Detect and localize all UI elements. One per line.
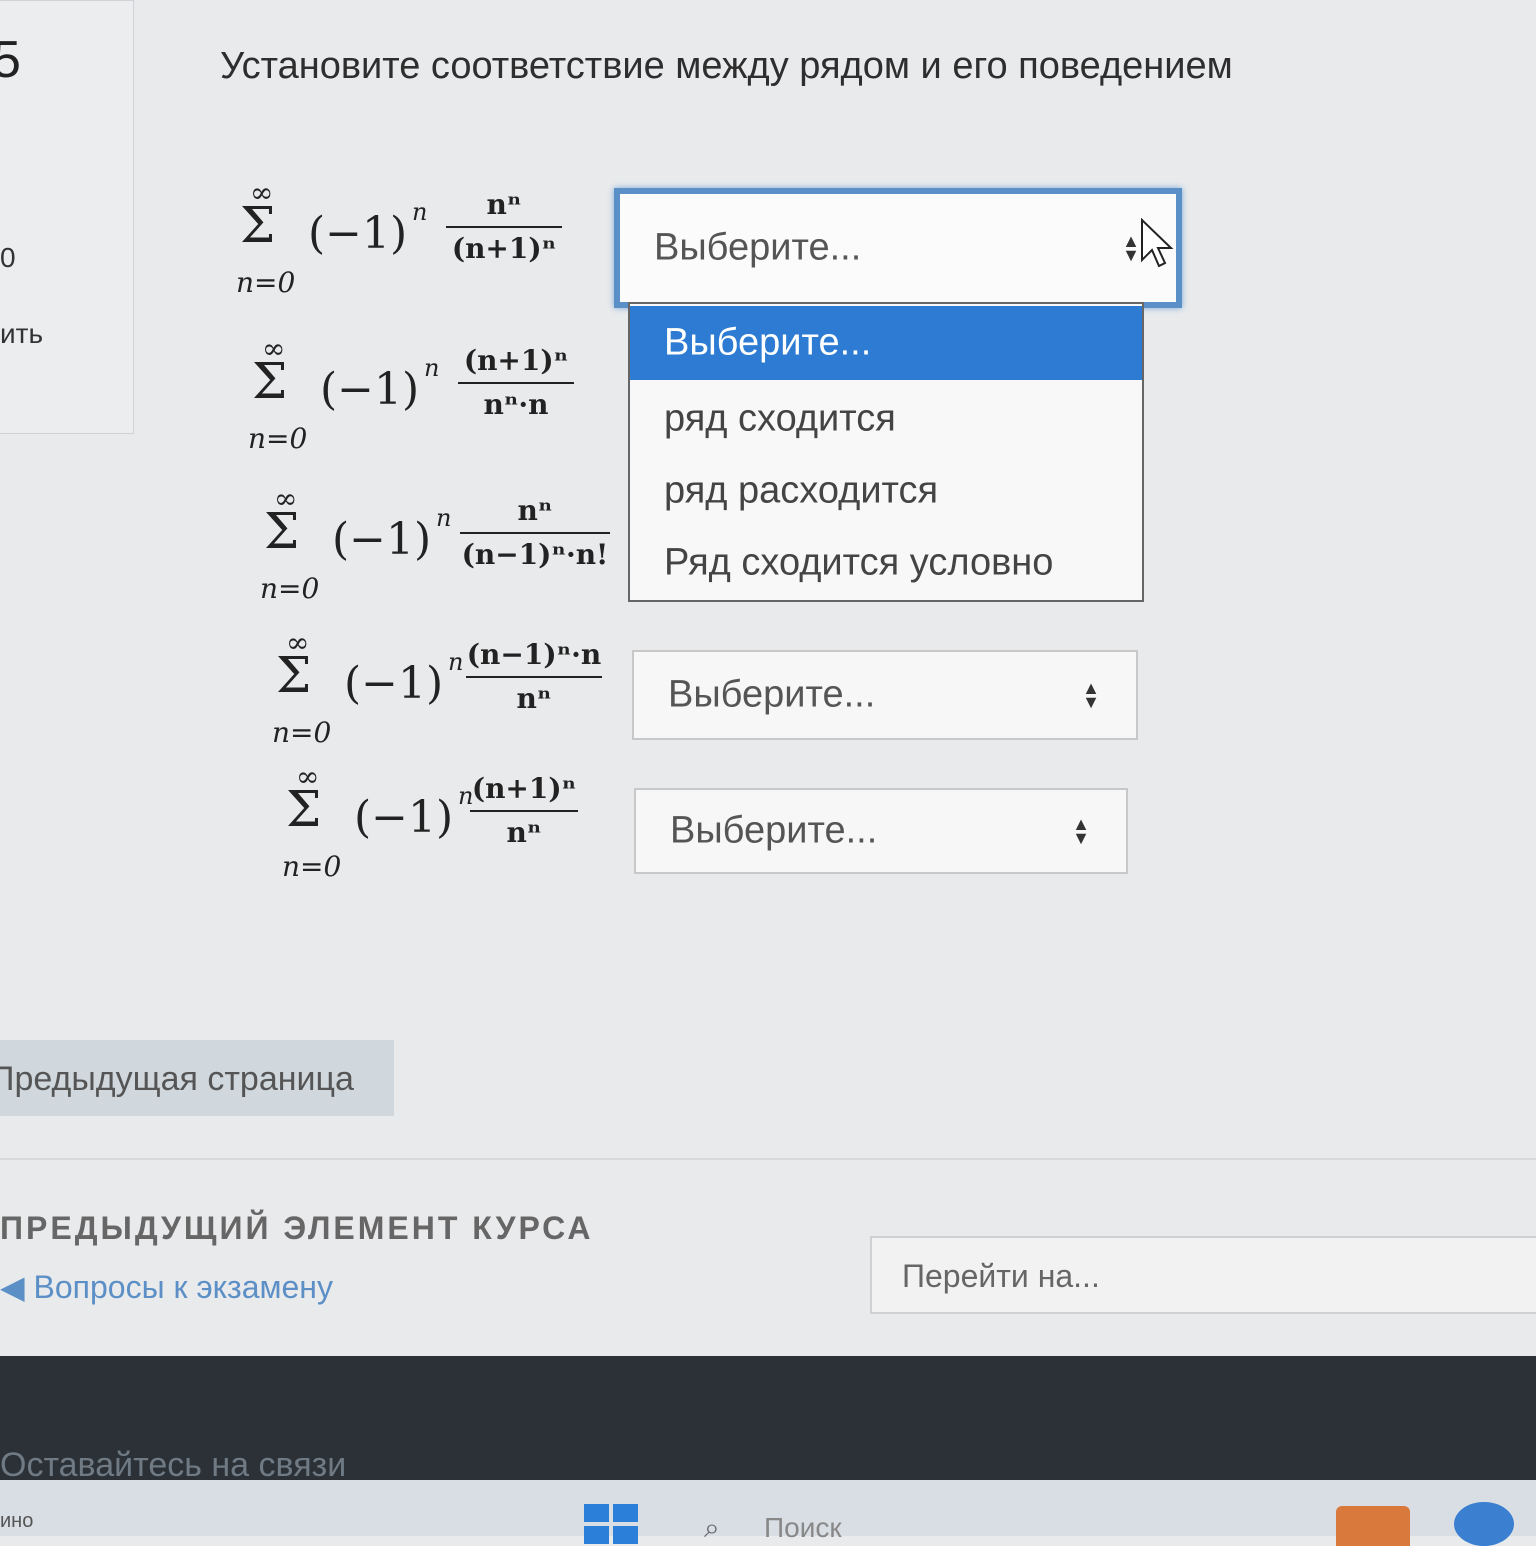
behavior-select-5[interactable]: Выберите... ▲ ▼ [634, 788, 1128, 874]
previous-page-button[interactable]: Предыдущая страница [0, 1040, 394, 1116]
sigma-icon: Σ [286, 780, 322, 838]
previous-element-heading: ПРЕДЫДУЩИЙ ЭЛЕМЕНТ КУРСА [0, 1210, 594, 1246]
option-converges[interactable]: ряд сходится [630, 382, 1142, 456]
sort-arrows-icon: ▲ ▼ [1082, 678, 1100, 712]
fraction: (n+1)ⁿ nⁿ [470, 772, 578, 849]
fraction: nⁿ (n+1)ⁿ [446, 188, 562, 265]
flag-question-link[interactable]: ить [0, 318, 43, 350]
windows-start-icon[interactable] [584, 1504, 640, 1544]
option-choose[interactable]: Выберите... [630, 306, 1142, 380]
option-converges-conditionally[interactable]: Ряд сходится условно [630, 526, 1142, 600]
behavior-select-1[interactable]: Выберите... ▲ ▼ [614, 188, 1182, 308]
fraction: nⁿ (n−1)ⁿ·n! [460, 494, 610, 571]
behavior-select-4[interactable]: Выберите... ▲ ▼ [632, 650, 1138, 740]
behavior-options-list[interactable]: Выберите... ряд сходится ряд расходится … [628, 302, 1144, 602]
question-number: 5 [0, 31, 21, 89]
mouse-pointer-icon [1141, 218, 1174, 268]
taskbar-left-text: ино [0, 1510, 34, 1532]
option-diverges[interactable]: ряд расходится [630, 454, 1142, 528]
sigma-icon: Σ [240, 196, 276, 254]
sigma-icon: Σ [276, 646, 312, 704]
taskbar-app-icon[interactable] [1336, 1506, 1410, 1546]
sigma-icon: Σ [264, 502, 300, 560]
divider [0, 1158, 1536, 1160]
sigma-icon: Σ [252, 352, 288, 410]
fraction: (n−1)ⁿ·n nⁿ [466, 638, 602, 715]
question-title: Установите соответствие между рядом и ег… [220, 45, 1233, 87]
fraction: (n+1)ⁿ nⁿ·n [458, 344, 574, 421]
taskbar-search-input[interactable]: Поиск [764, 1512, 842, 1544]
taskbar-browser-icon[interactable] [1454, 1502, 1514, 1546]
search-icon[interactable]: ⌕ [704, 1512, 720, 1545]
question-mark: 0 [0, 242, 16, 273]
jump-to-select[interactable]: Перейти на... [870, 1236, 1536, 1314]
triangle-left-icon: ◀ [0, 1269, 34, 1305]
sort-arrows-icon: ▲ ▼ [1072, 814, 1090, 848]
previous-element-link[interactable]: ◀ Вопросы к экзамену [0, 1268, 333, 1306]
sort-arrows-icon: ▲ ▼ [1122, 231, 1140, 265]
